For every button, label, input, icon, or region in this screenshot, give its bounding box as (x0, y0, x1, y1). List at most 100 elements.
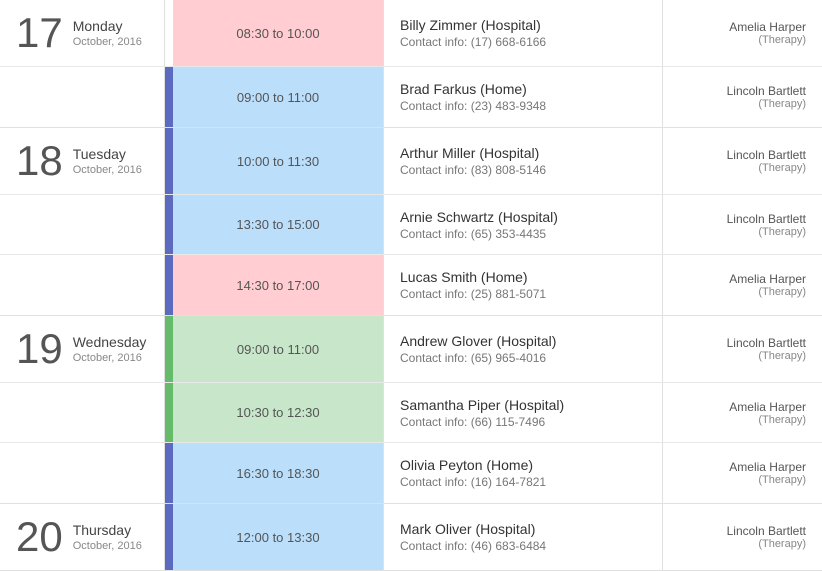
time-cell: 09:00 to 11:00 (173, 67, 383, 127)
day-row[interactable]: 13:30 to 15:00 Arnie Schwartz (Hospital) C… (0, 195, 822, 255)
day-row[interactable]: 17MondayOctober, 201608:30 to 10:00Billy… (0, 0, 822, 67)
event-bar (165, 67, 173, 127)
therapist-type: (Therapy) (758, 34, 806, 46)
time-cell: 16:30 to 18:30 (173, 443, 383, 503)
event-name: Brad Farkus (Home) (400, 81, 646, 97)
date-cell-empty (0, 67, 165, 127)
event-bar (165, 0, 173, 66)
therapist-cell: Lincoln Bartlett(Therapy) (662, 195, 822, 254)
therapist-name: Lincoln Bartlett (727, 148, 806, 162)
event-name: Olivia Peyton (Home) (400, 457, 646, 473)
date-cell: 18TuesdayOctober, 2016 (0, 128, 165, 194)
month-year: October, 2016 (73, 352, 147, 364)
date-number: 19 (16, 328, 63, 370)
therapist-name: Amelia Harper (729, 20, 806, 34)
month-year: October, 2016 (73, 164, 142, 176)
date-cell: 19 Wednesday October, 2016 (0, 316, 165, 382)
event-contact: Contact info: (83) 808-5146 (400, 163, 646, 177)
therapist-cell: Amelia Harper(Therapy) (662, 0, 822, 66)
date-info: Monday October, 2016 (73, 18, 142, 48)
event-name: Arnie Schwartz (Hospital) (400, 209, 646, 225)
day-row[interactable]: 19WednesdayOctober, 201609:00 to 11:00An… (0, 316, 822, 383)
time-cell: 10:30 to 12:30 (173, 383, 383, 442)
date-number: 17 (16, 12, 63, 54)
event-bar (165, 383, 173, 442)
time-cell: 10:00 to 11:30 (173, 128, 383, 194)
event-name: Samantha Piper (Hospital) (400, 397, 646, 413)
event-cell: Billy Zimmer (Hospital) Contact info: (17… (383, 0, 662, 66)
event-contact: Contact info: (66) 115-7496 (400, 415, 646, 429)
day-name: Monday (73, 18, 142, 34)
event-cell: Arnie Schwartz (Hospital) Contact info: (… (383, 195, 662, 254)
calendar: 17MondayOctober, 201608:30 to 10:00Billy… (0, 0, 822, 571)
date-cell-empty (0, 443, 165, 503)
time-cell: 13:30 to 15:00 (173, 195, 383, 254)
time-cell: 08:30 to 10:00 (173, 0, 383, 66)
event-name: Andrew Glover (Hospital) (400, 333, 646, 349)
event-bar (165, 195, 173, 254)
event-bar (165, 316, 173, 382)
event-cell: Arthur Miller (Hospital) Contact info: (8… (383, 128, 662, 194)
event-bar (165, 504, 173, 570)
month-year: October, 2016 (73, 540, 142, 552)
date-info: Thursday October, 2016 (73, 522, 142, 552)
event-cell: Mark Oliver (Hospital) Contact info: (46)… (383, 504, 662, 570)
date-cell: 20ThursdayOctober, 2016 (0, 504, 165, 570)
therapist-cell: Lincoln Bartlett(Therapy) (662, 67, 822, 127)
day-name: Thursday (73, 522, 142, 538)
event-cell: Samantha Piper (Hospital) Contact info: (… (383, 383, 662, 442)
date-cell: 17 Monday October, 2016 (0, 0, 165, 66)
event-contact: Contact info: (65) 965-4016 (400, 351, 646, 365)
event-contact: Contact info: (25) 881-5071 (400, 287, 646, 301)
event-bar (165, 443, 173, 503)
event-cell: Olivia Peyton (Home) Contact info: (16) 1… (383, 443, 662, 503)
day-row[interactable]: 10:30 to 12:30 Samantha Piper (Hospital) C… (0, 383, 822, 443)
event-contact: Contact info: (23) 483-9348 (400, 99, 646, 113)
therapist-name: Amelia Harper (729, 460, 806, 474)
day-row[interactable]: 09:00 to 11:00 Brad Farkus (Home) Contact … (0, 67, 822, 127)
therapist-cell: Lincoln Bartlett(Therapy) (662, 504, 822, 570)
event-bar (165, 255, 173, 315)
date-cell-empty (0, 255, 165, 315)
therapist-name: Lincoln Bartlett (727, 212, 806, 226)
day-row[interactable]: 14:30 to 17:00 Lucas Smith (Home) Contact … (0, 255, 822, 315)
event-contact: Contact info: (17) 668-6166 (400, 35, 646, 49)
time-cell: 14:30 to 17:00 (173, 255, 383, 315)
event-contact: Contact info: (46) 683-6484 (400, 539, 646, 553)
day-group: 17MondayOctober, 201608:30 to 10:00Billy… (0, 0, 822, 128)
day-group: 19WednesdayOctober, 201609:00 to 11:00An… (0, 316, 822, 504)
therapist-cell: Lincoln Bartlett(Therapy) (662, 128, 822, 194)
day-row[interactable]: 16:30 to 18:30 Olivia Peyton (Home) Contac… (0, 443, 822, 503)
month-year: October, 2016 (73, 36, 142, 48)
day-name: Wednesday (73, 334, 147, 350)
day-row[interactable]: 20ThursdayOctober, 201612:00 to 13:30Mar… (0, 504, 822, 570)
therapist-cell: Amelia Harper(Therapy) (662, 255, 822, 315)
therapist-type: (Therapy) (758, 538, 806, 550)
therapist-type: (Therapy) (758, 414, 806, 426)
therapist-type: (Therapy) (758, 98, 806, 110)
therapist-name: Lincoln Bartlett (727, 84, 806, 98)
event-contact: Contact info: (16) 164-7821 (400, 475, 646, 489)
event-contact: Contact info: (65) 353-4435 (400, 227, 646, 241)
therapist-name: Amelia Harper (729, 400, 806, 414)
event-name: Billy Zimmer (Hospital) (400, 17, 646, 33)
event-name: Arthur Miller (Hospital) (400, 145, 646, 161)
day-group: 18TuesdayOctober, 201610:00 to 11:30Arth… (0, 128, 822, 316)
therapist-type: (Therapy) (758, 350, 806, 362)
day-group: 20ThursdayOctober, 201612:00 to 13:30Mar… (0, 504, 822, 571)
therapist-cell: Amelia Harper(Therapy) (662, 443, 822, 503)
date-cell-empty (0, 195, 165, 254)
date-cell-empty (0, 383, 165, 442)
day-row[interactable]: 18TuesdayOctober, 201610:00 to 11:30Arth… (0, 128, 822, 195)
event-name: Mark Oliver (Hospital) (400, 521, 646, 537)
therapist-name: Amelia Harper (729, 272, 806, 286)
event-cell: Lucas Smith (Home) Contact info: (25) 881… (383, 255, 662, 315)
event-cell: Andrew Glover (Hospital) Contact info: (6… (383, 316, 662, 382)
therapist-type: (Therapy) (758, 286, 806, 298)
time-cell: 09:00 to 11:00 (173, 316, 383, 382)
event-cell: Brad Farkus (Home) Contact info: (23) 483… (383, 67, 662, 127)
therapist-cell: Amelia Harper(Therapy) (662, 383, 822, 442)
event-name: Lucas Smith (Home) (400, 269, 646, 285)
therapist-type: (Therapy) (758, 226, 806, 238)
date-info: Wednesday October, 2016 (73, 334, 147, 364)
